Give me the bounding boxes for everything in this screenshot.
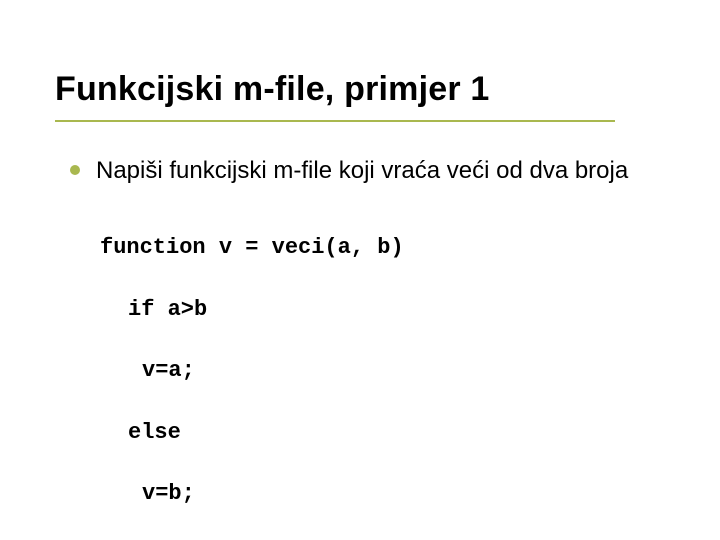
title-underline [55,120,615,122]
code-line: function v = veci(a, b) [100,233,660,264]
bullet-dot-icon [70,165,80,175]
bullet-text: Napiši funkcijski m-file koji vraća veći… [96,155,628,186]
code-line: v=b; [100,479,660,510]
bullet-item: Napiši funkcijski m-file koji vraća veći… [70,155,660,186]
code-line: if a>b [100,295,660,326]
slide-title: Funkcijski m-file, primjer 1 [55,70,490,109]
code-block: function v = veci(a, b) if a>b v=a; else… [100,202,660,540]
body-area: Napiši funkcijski m-file koji vraća veći… [70,155,660,540]
code-line: v=a; [100,356,660,387]
slide: Funkcijski m-file, primjer 1 Napiši funk… [0,0,720,540]
code-line: else [100,418,660,449]
